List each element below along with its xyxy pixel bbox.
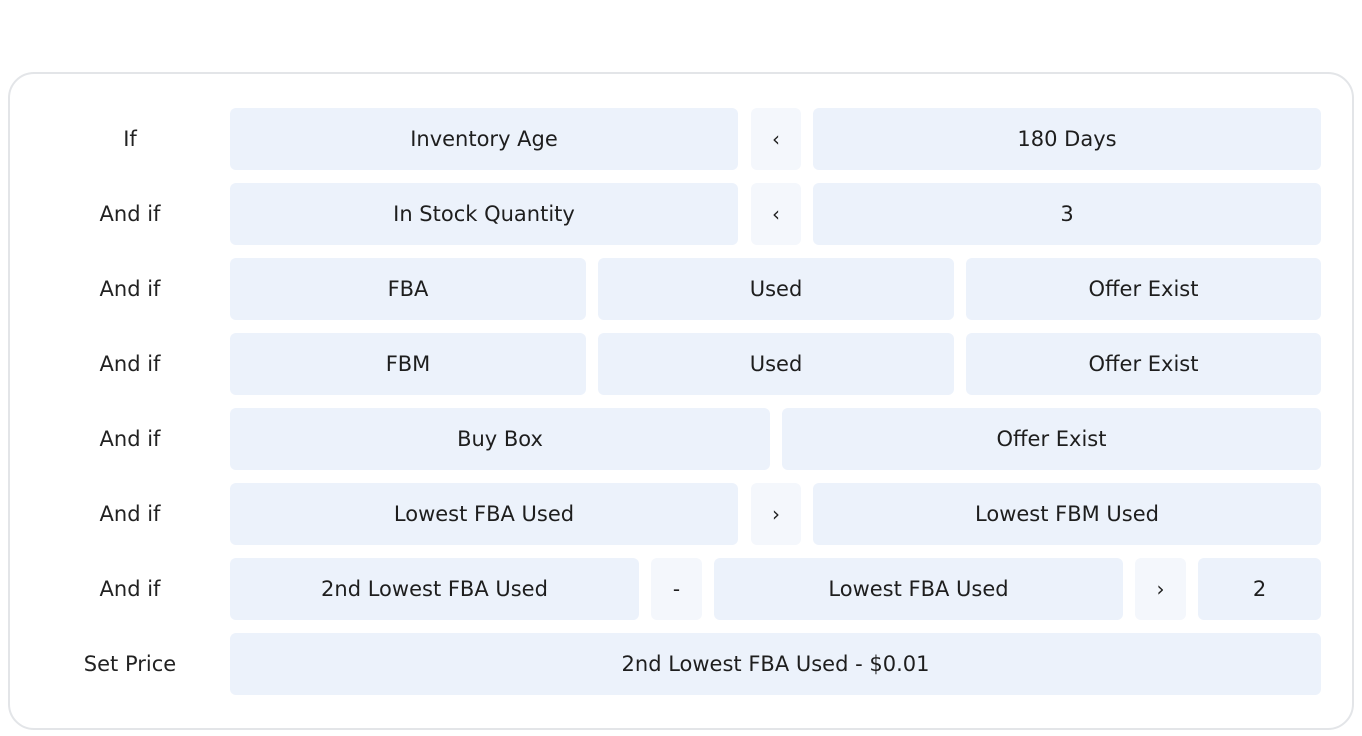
fulfillment-field[interactable]: FBM (230, 333, 586, 395)
rule-row: And if Buy Box Offer Exist (0, 408, 1362, 470)
condition-field[interactable]: Used (598, 258, 954, 320)
condition-field[interactable]: Lowest FBA Used (714, 558, 1123, 620)
rule-label: If (123, 127, 137, 151)
condition-field[interactable]: In Stock Quantity (230, 183, 738, 245)
rule-label: And if (99, 502, 161, 526)
rule-row: And if FBM Used Offer Exist (0, 333, 1362, 395)
fulfillment-field[interactable]: FBA (230, 258, 586, 320)
offer-status-field[interactable]: Offer Exist (966, 333, 1321, 395)
condition-value[interactable]: Lowest FBM Used (813, 483, 1321, 545)
rule-label: And if (99, 202, 161, 226)
condition-field[interactable]: Inventory Age (230, 108, 738, 170)
rule-row: And if 2nd Lowest FBA Used - Lowest FBA … (0, 558, 1362, 620)
rule-label: And if (99, 277, 161, 301)
condition-value[interactable]: 3 (813, 183, 1321, 245)
condition-field[interactable]: 2nd Lowest FBA Used (230, 558, 639, 620)
rule-label: And if (99, 352, 161, 376)
rule-row: If Inventory Age ‹ 180 Days (0, 108, 1362, 170)
offer-status-field[interactable]: Offer Exist (966, 258, 1321, 320)
offer-status-field[interactable]: Offer Exist (782, 408, 1321, 470)
operator-greater-than[interactable]: › (1135, 558, 1186, 620)
rule-row: And if In Stock Quantity ‹ 3 (0, 183, 1362, 245)
operator-minus[interactable]: - (651, 558, 702, 620)
rule-label: And if (99, 577, 161, 601)
condition-field[interactable]: Lowest FBA Used (230, 483, 738, 545)
rule-row: And if FBA Used Offer Exist (0, 258, 1362, 320)
condition-value[interactable]: 2 (1198, 558, 1321, 620)
condition-field[interactable]: Used (598, 333, 954, 395)
buy-box-field[interactable]: Buy Box (230, 408, 770, 470)
set-price-field[interactable]: 2nd Lowest FBA Used - $0.01 (230, 633, 1321, 695)
pricing-rule-card (8, 72, 1354, 730)
rule-label: And if (99, 427, 161, 451)
operator-less-than[interactable]: ‹ (751, 183, 801, 245)
operator-greater-than[interactable]: › (751, 483, 801, 545)
condition-value[interactable]: 180 Days (813, 108, 1321, 170)
set-price-label: Set Price (83, 652, 177, 676)
set-price-row: Set Price 2nd Lowest FBA Used - $0.01 (0, 633, 1362, 695)
operator-less-than[interactable]: ‹ (751, 108, 801, 170)
rule-row: And if Lowest FBA Used › Lowest FBM Used (0, 483, 1362, 545)
